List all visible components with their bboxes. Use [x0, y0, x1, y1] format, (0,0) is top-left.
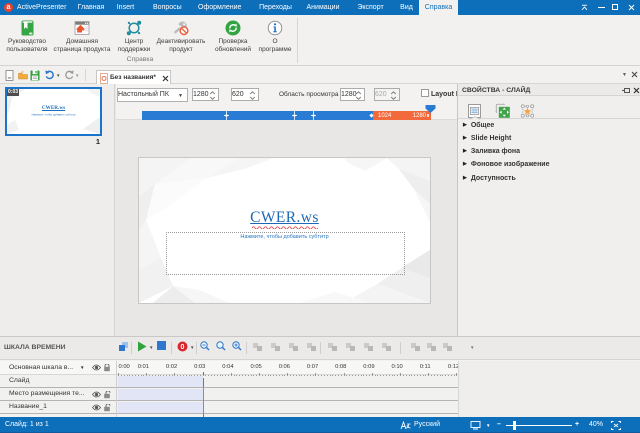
- svg-text:0: 0: [181, 344, 185, 351]
